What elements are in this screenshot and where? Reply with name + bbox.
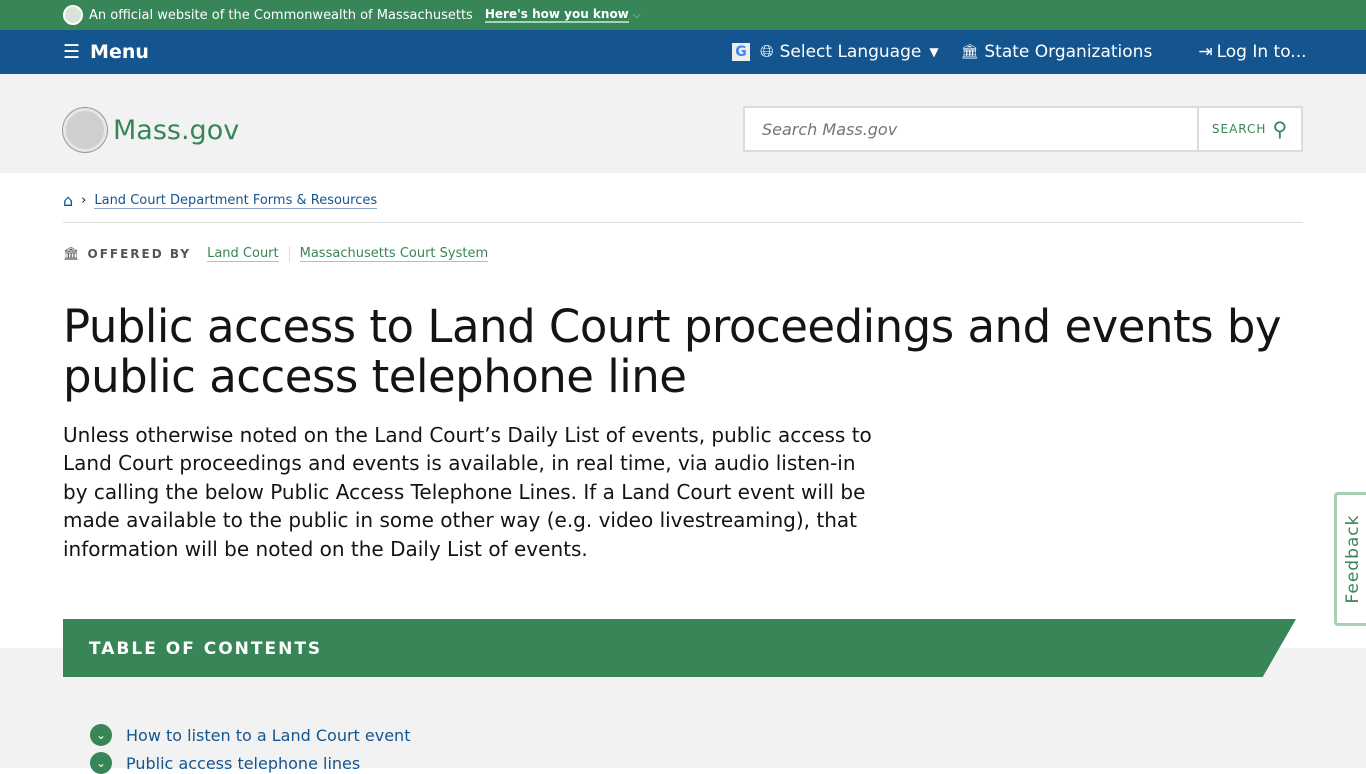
official-banner: An official website of the Commonwealth … bbox=[0, 0, 1366, 30]
hamburger-icon: ☰ bbox=[63, 41, 81, 63]
breadcrumb-link[interactable]: Land Court Department Forms & Resources bbox=[94, 193, 378, 209]
seal-icon bbox=[63, 108, 107, 152]
chevron-down-icon: ⌄ bbox=[90, 724, 112, 746]
chevron-down-icon: ⌵ bbox=[632, 9, 641, 21]
globe-icon: 🌐︎ bbox=[760, 42, 774, 62]
search-label: SEARCH bbox=[1211, 122, 1267, 136]
google-icon: G bbox=[732, 43, 750, 61]
toc-item[interactable]: ⌄ Public access telephone lines bbox=[90, 752, 360, 774]
feedback-button[interactable]: Feedback bbox=[1334, 492, 1366, 626]
menu-button[interactable]: ☰ Menu bbox=[63, 41, 149, 63]
org-link-land-court[interactable]: Land Court bbox=[207, 246, 279, 262]
official-text: An official website of the Commonwealth … bbox=[89, 7, 473, 23]
login-icon: ⇥ bbox=[1198, 42, 1213, 62]
toc-heading: TABLE OF CONTENTS bbox=[63, 619, 1296, 677]
capitol-icon: 🏛︎ bbox=[63, 246, 80, 262]
offered-by: 🏛︎ OFFERED BY Land Court Massachusetts C… bbox=[63, 246, 489, 262]
seal-icon bbox=[63, 5, 83, 25]
login-button[interactable]: Log In to... bbox=[1217, 42, 1307, 62]
chevron-down-icon: ▼ bbox=[929, 45, 939, 59]
chevron-down-icon: ⌄ bbox=[90, 752, 112, 774]
search-form: SEARCH ⚲ bbox=[743, 106, 1303, 152]
search-icon: ⚲ bbox=[1272, 117, 1289, 141]
toc-item[interactable]: ⌄ How to listen to a Land Court event bbox=[90, 724, 410, 746]
divider bbox=[63, 222, 1303, 223]
site-header: Mass.gov SEARCH ⚲ bbox=[0, 74, 1366, 173]
org-link-court-system[interactable]: Massachusetts Court System bbox=[299, 246, 489, 262]
offered-by-label: OFFERED BY bbox=[87, 247, 192, 261]
menu-label: Menu bbox=[90, 41, 149, 63]
toc-item-label: Public access telephone lines bbox=[126, 753, 361, 773]
chevron-right-icon: › bbox=[81, 193, 87, 208]
home-icon[interactable]: ⌂ bbox=[63, 191, 73, 210]
how-you-know-link[interactable]: Here's how you know bbox=[484, 7, 629, 23]
page-lede: Unless otherwise noted on the Land Court… bbox=[63, 423, 872, 561]
breadcrumb: ⌂ › Land Court Department Forms & Resour… bbox=[63, 191, 378, 210]
mass-gov-logo[interactable]: Mass.gov bbox=[63, 108, 239, 152]
state-organizations-button[interactable]: State Organizations bbox=[984, 42, 1152, 62]
select-language-button[interactable]: Select Language bbox=[780, 42, 922, 62]
search-button[interactable]: SEARCH ⚲ bbox=[1197, 108, 1301, 150]
capitol-icon: 🏛︎ bbox=[960, 44, 979, 60]
toc-item-label: How to listen to a Land Court event bbox=[126, 725, 411, 745]
page-title: Public access to Land Court proceedings … bbox=[63, 300, 1282, 403]
search-input[interactable] bbox=[745, 108, 1197, 150]
feedback-label: Feedback bbox=[1342, 514, 1363, 604]
divider bbox=[288, 246, 290, 262]
logo-text: Mass.gov bbox=[113, 114, 240, 146]
top-nav: ☰ Menu G 🌐︎ Select Language ▼ 🏛︎ State Or… bbox=[0, 30, 1366, 74]
